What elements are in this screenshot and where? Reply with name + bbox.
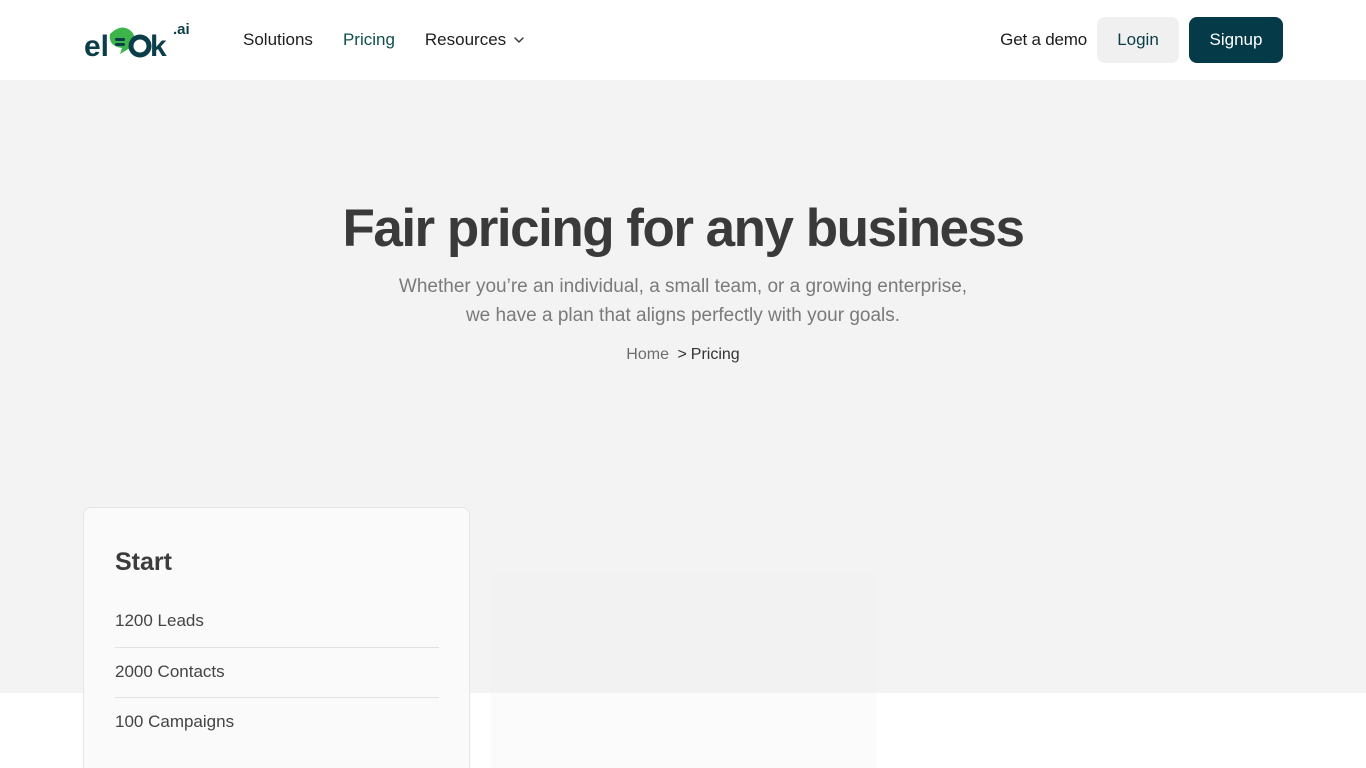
login-button[interactable]: Login (1097, 17, 1179, 63)
breadcrumb-separator: > (677, 346, 687, 363)
plan-feature: 2000 Contacts (115, 662, 225, 681)
plan-feature: 1200 Leads (115, 611, 204, 630)
hero-subtitle: Whether you’re an individual, a small te… (383, 272, 983, 330)
plan-name: Start (115, 548, 172, 576)
elook-logo-icon: el k .ai (84, 21, 190, 60)
hero-subtitle-line1: Whether you’re an individual, a small te… (398, 276, 968, 297)
svg-text:el: el (84, 30, 109, 60)
signup-button[interactable]: Signup (1189, 17, 1283, 63)
feature-divider (115, 647, 439, 648)
brand-logo[interactable]: el k .ai (84, 18, 194, 60)
hero-subtitle-line2: we have a plan that aligns perfectly wit… (465, 305, 901, 326)
breadcrumb-current: Pricing (690, 346, 740, 363)
pricing-card-placeholder-bottom (491, 693, 876, 768)
chevron-down-icon (514, 37, 524, 43)
nav-solutions-label: Solutions (243, 30, 313, 49)
nav-solutions[interactable]: Solutions (243, 28, 313, 52)
pricing-card-start: Start 1200 Leads 2000 Contacts 100 Campa… (83, 507, 470, 768)
breadcrumb-home[interactable]: Home (626, 346, 669, 363)
nav-pricing-label: Pricing (342, 30, 395, 49)
plan-feature: 100 Campaigns (115, 712, 235, 731)
main-nav: Solutions Pricing Resources (243, 28, 526, 52)
get-demo-link[interactable]: Get a demo (1000, 30, 1087, 50)
header-actions: Get a demo Login Signup (1000, 17, 1283, 63)
svg-text:.ai: .ai (173, 21, 190, 38)
svg-text:k: k (150, 30, 167, 60)
page: el k .ai Solutions Pricing Resources Get… (0, 0, 1366, 768)
nav-pricing[interactable]: Pricing (343, 28, 395, 52)
feature-divider (115, 697, 439, 698)
page-title: Fair pricing for any business (342, 199, 1025, 258)
breadcrumb: Home > Pricing (0, 346, 1366, 364)
site-header: el k .ai Solutions Pricing Resources Get… (0, 0, 1366, 80)
nav-resources-label: Resources (424, 30, 507, 49)
nav-resources[interactable]: Resources (425, 28, 526, 52)
